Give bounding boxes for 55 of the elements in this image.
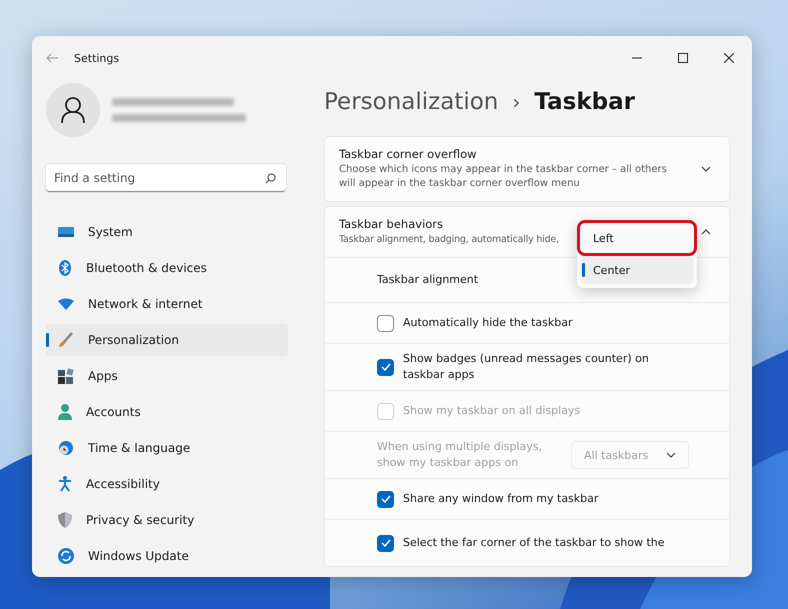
nav-item[interactable]: System bbox=[46, 216, 288, 248]
nav-item[interactable]: Time & language bbox=[46, 432, 288, 464]
checkmark-icon bbox=[380, 539, 390, 547]
selection-indicator bbox=[582, 263, 585, 277]
checkbox-label: Select the far corner of the taskbar to show the bbox=[403, 535, 665, 551]
paintbrush-icon bbox=[58, 332, 74, 348]
nav-item[interactable]: Accounts bbox=[46, 396, 288, 428]
checkbox-label: Automatically hide the taskbar bbox=[403, 315, 572, 331]
update-icon bbox=[58, 548, 74, 564]
nav-item[interactable]: Personalization bbox=[46, 324, 288, 356]
checkmark-icon bbox=[380, 363, 390, 371]
menu-option[interactable]: Center bbox=[581, 256, 693, 284]
person-icon bbox=[58, 404, 72, 420]
nav-item[interactable]: Privacy & security bbox=[46, 504, 288, 536]
person-silhouette-icon bbox=[61, 97, 85, 123]
back-arrow-icon[interactable] bbox=[46, 53, 58, 63]
chevron-down-icon bbox=[666, 452, 676, 458]
search-icon bbox=[265, 173, 276, 184]
chevron-down-icon bbox=[701, 166, 711, 172]
wifi-icon bbox=[58, 298, 74, 310]
window-title: Settings bbox=[74, 52, 120, 64]
nav-item[interactable]: Network & internet bbox=[46, 288, 288, 320]
apps-icon bbox=[58, 368, 74, 384]
checkbox[interactable] bbox=[377, 314, 394, 332]
minimize-icon bbox=[632, 57, 642, 59]
nav-item[interactable]: Windows Update bbox=[46, 540, 288, 572]
search-field[interactable]: Find a setting bbox=[46, 164, 286, 192]
breadcrumb-link[interactable]: Personalization bbox=[324, 89, 498, 115]
checkbox[interactable] bbox=[377, 358, 394, 376]
shield-icon bbox=[58, 512, 72, 528]
section-title: Taskbar corner overflow bbox=[339, 147, 477, 161]
selection-indicator bbox=[46, 333, 49, 347]
setting-label: When using multiple displays, show my taskbar apps on bbox=[377, 439, 543, 471]
breadcrumb-separator: › bbox=[512, 90, 520, 114]
close-icon bbox=[724, 53, 734, 63]
accessibility-icon bbox=[58, 476, 72, 492]
maximize-icon bbox=[678, 53, 688, 63]
nav-item[interactable]: Bluetooth & devices bbox=[46, 252, 288, 284]
monitor-icon bbox=[58, 226, 74, 238]
section-description: Choose which icons may appear in the taskbar corner – all others will appear in the taskbar corner overflow menu bbox=[339, 163, 668, 191]
checkmark-icon bbox=[380, 495, 390, 503]
globe-clock-icon bbox=[58, 440, 74, 456]
page-title: Taskbar bbox=[534, 89, 635, 115]
section-title: Taskbar behaviors bbox=[339, 217, 444, 231]
checkbox-label: Share any window from my taskbar bbox=[403, 491, 598, 507]
nav-item[interactable]: Accessibility bbox=[46, 468, 288, 500]
checkbox[interactable] bbox=[377, 534, 394, 552]
chevron-up-icon bbox=[701, 229, 711, 235]
section-description: Taskbar alignment, badging, automatically hide, bbox=[339, 233, 559, 247]
nav-item[interactable]: Apps bbox=[46, 360, 288, 392]
checkbox[interactable] bbox=[377, 490, 394, 508]
checkbox-label: Show badges (unread messages counter) on taskbar apps bbox=[403, 351, 650, 383]
setting-label: Taskbar alignment bbox=[377, 272, 478, 288]
bluetooth-icon bbox=[58, 260, 72, 276]
checkbox-label: Show my taskbar on all displays bbox=[403, 403, 580, 419]
